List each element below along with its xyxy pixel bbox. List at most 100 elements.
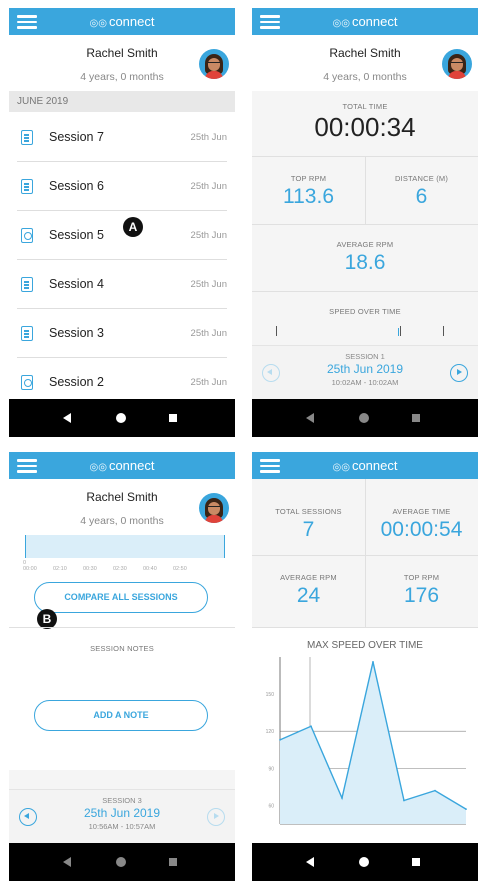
document-icon: [21, 277, 33, 292]
recents-icon[interactable]: [412, 414, 420, 422]
user-header: Rachel Smith 4 years, 0 months: [9, 479, 235, 535]
list-item[interactable]: Session 3 25th Jun: [17, 309, 227, 358]
document-icon: [21, 130, 33, 145]
distance-value: 6: [415, 185, 428, 208]
screen-session-notes: ◎◎ connect Rachel Smith 4 years, 0 months…: [9, 452, 235, 881]
document-icon: [21, 326, 33, 341]
session-name: Session 4: [49, 277, 104, 291]
recents-icon[interactable]: [412, 858, 420, 866]
system-nav-bar: [252, 843, 478, 881]
app-brand: ◎◎ connect: [332, 458, 398, 473]
back-icon[interactable]: [306, 413, 314, 423]
logo-icon: ◎◎: [332, 18, 350, 29]
back-icon[interactable]: [63, 413, 71, 423]
average-rpm-value: 18.6: [344, 251, 386, 274]
home-icon[interactable]: [116, 857, 126, 867]
footer-date: 25th Jun 2019: [83, 806, 161, 820]
session-name: Session 7: [49, 130, 104, 144]
app-brand: ◎◎ connect: [332, 14, 398, 29]
session-date: 25th Jun: [190, 328, 227, 339]
chart-x-axis: 0 00:00 02:10 00:30 02:30 00:40 02:50: [9, 558, 235, 572]
average-time-value: 00:00:54: [380, 518, 463, 541]
logo-icon: ◎◎: [89, 462, 107, 473]
session-date: 25th Jun: [190, 132, 227, 143]
list-item[interactable]: Session 6 25th Jun: [17, 162, 227, 211]
y-tick-label: 90: [268, 766, 274, 772]
list-item[interactable]: Session 5 25th Jun: [17, 211, 227, 260]
average-rpm-label: AVERAGE RPM: [336, 240, 394, 249]
add-note-button[interactable]: ADD A NOTE: [34, 700, 208, 731]
data-point: [341, 797, 343, 799]
session-date: 25th Jun: [190, 377, 227, 388]
divider: [252, 291, 478, 292]
session-date: 25th Jun: [190, 181, 227, 192]
top-rpm-value: 176: [403, 584, 440, 607]
recents-icon[interactable]: [169, 858, 177, 866]
average-time-label: AVERAGE TIME: [392, 507, 451, 516]
speed-chart-preview: [252, 324, 478, 346]
session-name: Session 3: [49, 326, 104, 340]
session-date: 25th Jun: [190, 230, 227, 241]
compare-all-sessions-button[interactable]: COMPARE ALL SESSIONS: [34, 582, 208, 613]
session-name: Session 5: [49, 228, 104, 242]
avatar[interactable]: [442, 49, 472, 79]
data-point: [372, 661, 374, 663]
avatar[interactable]: [199, 493, 229, 523]
list-item[interactable]: Session 7 25th Jun: [17, 113, 227, 162]
y-tick-label: 120: [266, 729, 275, 735]
user-header: Rachel Smith 4 years, 0 months: [9, 35, 235, 91]
avatar[interactable]: [199, 49, 229, 79]
top-rpm-label: TOP RPM: [290, 174, 327, 183]
recents-icon[interactable]: [169, 414, 177, 422]
back-icon[interactable]: [63, 857, 71, 867]
tick-label: 02:10: [53, 566, 67, 572]
session-footer: SESSION 3 25th Jun 2019 10:56AM - 10:57A…: [9, 789, 235, 844]
y-tick-label: 150: [266, 692, 275, 698]
system-nav-bar: [9, 843, 235, 881]
data-point: [403, 799, 405, 802]
divider: [252, 224, 478, 225]
distance-label: DISTANCE (M): [394, 174, 449, 183]
circle-right-arrow-icon: [214, 813, 219, 819]
screen-session-detail: ◎◎ connect Rachel Smith 4 years, 0 months…: [252, 8, 478, 437]
next-session-button[interactable]: [450, 364, 468, 382]
session-name: Session 6: [49, 179, 104, 193]
data-point: [465, 808, 467, 811]
y-tick-label: 60: [268, 803, 274, 809]
session-footer: SESSION 1 25th Jun 2019 10:02AM - 10:02A…: [252, 345, 478, 400]
annotation-marker-b: B: [37, 609, 57, 629]
footer-session-label: SESSION 1: [345, 352, 385, 361]
screen-session-list: ◎◎ connect Rachel Smith 4 years, 0 months…: [9, 8, 235, 437]
footer-date: 25th Jun 2019: [326, 362, 404, 376]
document-icon: [21, 228, 33, 243]
speed-chart-preview: [25, 535, 225, 558]
circle-right-arrow-icon: [457, 369, 462, 375]
system-nav-bar: [252, 399, 478, 437]
next-session-button[interactable]: [207, 808, 225, 826]
logo-icon: ◎◎: [332, 462, 350, 473]
logo-icon: ◎◎: [89, 18, 107, 29]
top-rpm-value: 113.6: [283, 185, 334, 208]
document-icon: [21, 375, 33, 390]
tick-label: 02:30: [113, 566, 127, 572]
total-time-value: 00:00:34: [314, 112, 416, 142]
app-brand: ◎◎ connect: [89, 458, 155, 473]
total-sessions-label: TOTAL SESSIONS: [275, 507, 342, 516]
speed-over-time-label: SPEED OVER TIME: [329, 307, 401, 316]
tick-label: 00:30: [83, 566, 97, 572]
chart-title: MAX SPEED OVER TIME: [307, 640, 423, 651]
home-icon[interactable]: [359, 413, 369, 423]
back-icon[interactable]: [306, 857, 314, 867]
session-name: Session 2: [49, 375, 104, 389]
document-icon: [21, 179, 33, 194]
screen-overview: ◎◎ connect TOTAL SESSIONS 7 AVERAGE TIME …: [252, 452, 478, 881]
home-icon[interactable]: [359, 857, 369, 867]
home-icon[interactable]: [116, 413, 126, 423]
average-rpm-label: AVERAGE RPM: [280, 573, 337, 582]
average-rpm-value: 24: [296, 584, 321, 607]
month-header: JUNE 2019: [9, 91, 235, 112]
list-item[interactable]: Session 4 25th Jun: [17, 260, 227, 309]
tick-label: 00:40: [143, 566, 157, 572]
total-time-label: TOTAL TIME: [342, 102, 388, 111]
footer-time: 10:56AM - 10:57AM: [88, 822, 156, 831]
